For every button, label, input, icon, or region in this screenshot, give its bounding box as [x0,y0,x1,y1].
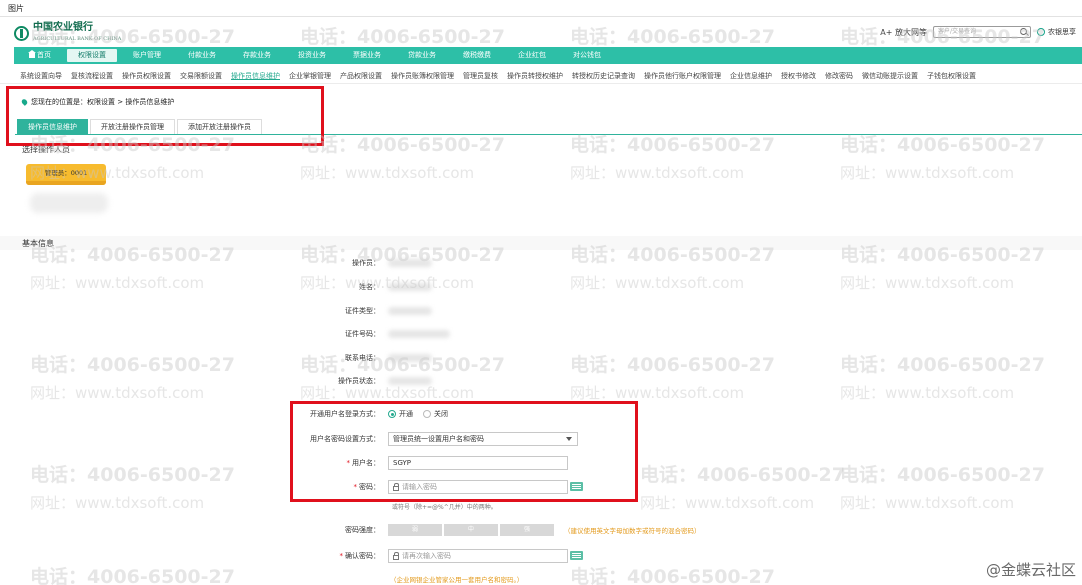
abc-logo-icon [14,26,29,41]
strength-medium: 中 [444,524,498,536]
field-password-strength: 密码强度： 弱 中 强 （建议使用英文字母加数字或符号的混合密码） [345,524,701,536]
main-nav: 首页 权限设置 账户管理 付款业务 存款业务 投资业务 票据业务 贷款业务 缴税… [14,47,1082,64]
highlight-box-breadcrumb [6,86,324,146]
field-phone: 联系电话： [280,353,432,363]
lock-icon [393,551,399,560]
strength-weak: 弱 [388,524,442,536]
image-caption: 图片 [8,4,24,13]
subnav-item[interactable]: 操作员转授权维护 [507,71,563,81]
subnav-item[interactable]: 复核流程设置 [71,71,113,81]
blurred-operator [30,193,108,213]
subnav-item[interactable]: 操作员权限设置 [122,71,171,81]
font-size-toggle[interactable]: A+ 放大网等 [880,27,927,38]
nav-payment[interactable]: 付款业务 [177,49,227,62]
bank-subtitle: AGRICULTURAL BANK OF CHINA [33,36,122,42]
subnav-item[interactable]: 企业信息维护 [730,71,772,81]
top-bar: 中国农业银行 AGRICULTURAL BANK OF CHINA A+ 放大网… [0,18,1082,46]
subnav-item[interactable]: 系统设置向导 [20,71,62,81]
blurred-value [388,330,450,338]
subnav-item[interactable]: 授权书修改 [781,71,816,81]
search-input[interactable]: 客户/交易查询 [933,26,1031,38]
nav-permission-settings[interactable]: 权限设置 [67,49,117,62]
shared-credentials-tip: （企业网银企业管家公用一套用户名和密码。） [390,576,524,584]
subnav-item[interactable]: 修改密码 [825,71,853,81]
header-tools: A+ 放大网等 客户/交易查询 农银思享 [880,26,1076,38]
field-operator: 操作员： [280,258,432,268]
nav-account-management[interactable]: 账户管理 [122,49,172,62]
home-icon [28,50,36,58]
community-watermark: @金蝶云社区 [985,561,1076,579]
strength-meter: 弱 中 强 [388,524,554,536]
user-name: 农银思享 [1048,28,1076,36]
sub-nav: 系统设置向导 复核流程设置 操作员权限设置 交易限额设置 操作员信息维护 企业掌… [0,68,1082,84]
bank-name: 中国农业银行 [33,22,93,33]
subnav-item[interactable]: 操作员他行账户权限管理 [644,71,721,81]
subnav-item-active[interactable]: 操作员信息维护 [231,71,280,81]
basic-info-title: 基本信息 [22,239,54,248]
nav-tax-payment[interactable]: 缴税缴费 [452,49,502,62]
strength-strong: 强 [500,524,554,536]
blurred-value [388,283,432,291]
section-band [0,236,1082,250]
nav-investment[interactable]: 投资业务 [287,49,337,62]
nav-corporate-wallet[interactable]: 对公钱包 [562,49,612,62]
highlight-box-login-settings [290,401,638,502]
subnav-item[interactable]: 企业掌银管理 [289,71,331,81]
subnav-item[interactable]: 产品权限设置 [340,71,382,81]
nav-red-packet[interactable]: 企业红包 [507,49,557,62]
search-icon[interactable] [1020,28,1027,35]
confirm-password-input[interactable]: 请再次输入密码 [388,549,583,563]
subnav-item[interactable]: 操作员账簿权限管理 [391,71,454,81]
operator-chip[interactable]: 管理员：0001 [26,164,106,185]
required-mark: * [339,552,344,560]
blurred-value [388,259,432,267]
blurred-value [388,354,432,362]
blurred-value [388,307,432,315]
subnav-item[interactable]: 子钱包权限设置 [927,71,976,81]
field-id-type: 证件类型： [280,306,432,316]
field-operator-status: 操作员状态： [280,376,432,386]
subnav-item[interactable]: 微信动账提示设置 [862,71,918,81]
search-placeholder: 客户/交易查询 [938,28,977,35]
nav-bills[interactable]: 票据业务 [342,49,392,62]
nav-loans[interactable]: 贷款业务 [397,49,447,62]
field-confirm-password: * 确认密码： 请再次输入密码 [280,549,583,563]
password-hint: 或符号（除+=@%^几并）中的两种。 [392,504,497,511]
field-id-number: 证件号码： [280,329,450,339]
field-name: 姓名： [280,282,432,292]
user-menu[interactable]: 农银思享 [1037,27,1076,37]
subnav-item[interactable]: 转授权历史记录查询 [572,71,635,81]
subnav-item[interactable]: 交易限额设置 [180,71,222,81]
subnav-item[interactable]: 管理员复核 [463,71,498,81]
strength-tip: （建议使用英文字母加数字或符号的混合密码） [564,527,701,535]
bank-logo[interactable]: 中国农业银行 AGRICULTURAL BANK OF CHINA [14,23,121,44]
blurred-value [388,377,432,385]
nav-home[interactable]: 首页 [18,49,62,62]
user-icon [1037,28,1045,36]
nav-deposit[interactable]: 存款业务 [232,49,282,62]
keyboard-icon[interactable] [570,551,583,560]
